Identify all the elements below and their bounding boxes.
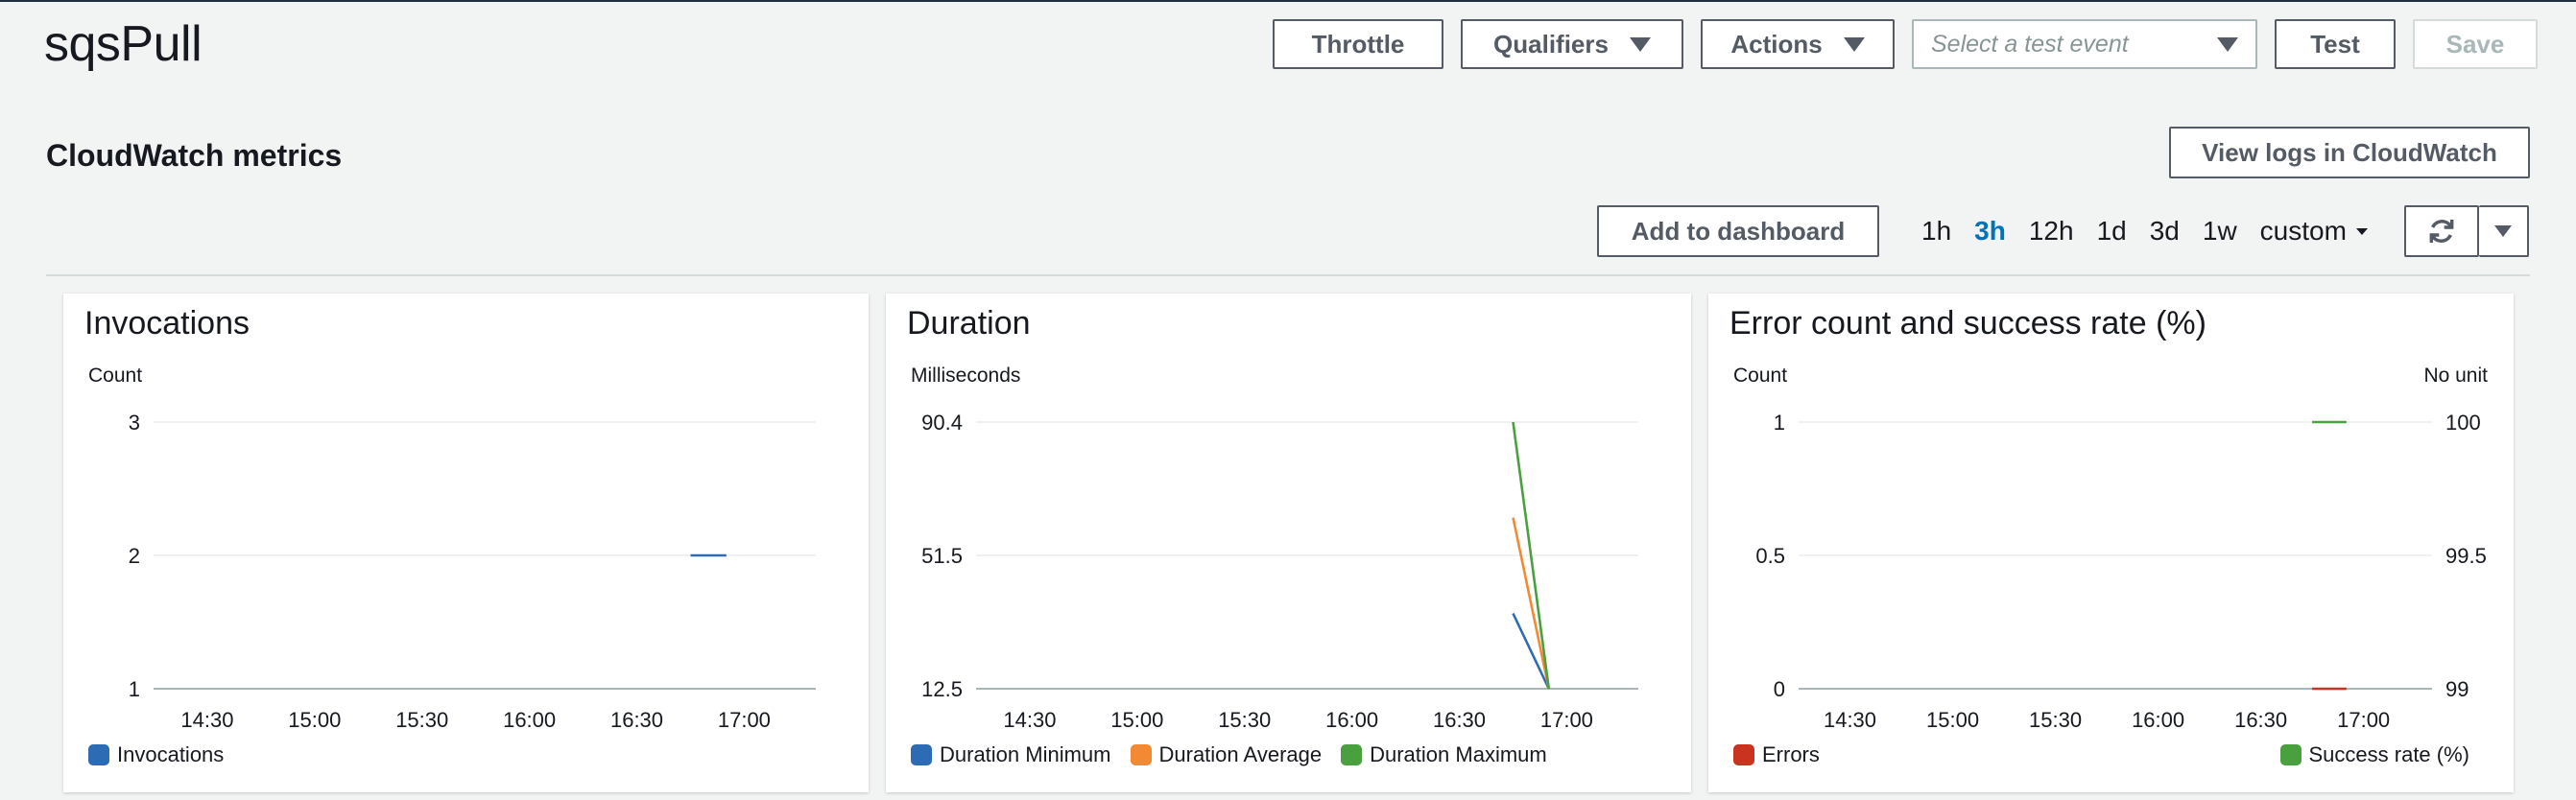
x-tick-label: 16:30 [2234,708,2287,732]
chart-card-invocations: Invocations Count 3 2 1 14:30 15:00 15:30 16:00… [63,294,869,792]
x-tick-label: 16:00 [2132,708,2184,732]
series-line [1512,517,1551,690]
chart-card-duration: Duration Milliseconds 90.4 51.5 12.5 14:30 15… [886,294,1691,792]
y-tick-label-right: 99 [2445,677,2469,701]
chart-errors: Count No unit 1 100 0.5 99.5 0 99 14:30 15:00 15:3… [1733,365,2488,732]
legend-swatch [911,744,932,765]
range-3d[interactable]: 3d [2138,216,2191,247]
qualifiers-button[interactable]: Qualifiers [1461,19,1683,69]
legend-item[interactable]: Errors [1733,742,1820,767]
x-tick-label: 15:30 [395,708,448,732]
x-tick-label: 15:30 [1218,708,1271,732]
actions-button[interactable]: Actions [1701,19,1895,69]
legend-swatch [1733,744,1754,765]
legend-item[interactable]: Duration Maximum [1341,742,1547,767]
x-tick-label: 14:30 [1003,708,1056,732]
metrics-toolbar: Add to dashboard 1h 3h 12h 1d 3d 1w cust… [1597,205,2529,257]
section-title: CloudWatch metrics [46,138,343,173]
view-logs-button[interactable]: View logs in CloudWatch [2169,127,2530,178]
test-button[interactable]: Test [2275,19,2396,69]
chart-duration: Milliseconds 90.4 51.5 12.5 14:30 15:00 15:30 1… [911,365,1638,732]
time-range-selector: 1h 3h 12h 1d 3d 1w custom [1910,216,2379,247]
header-actions: Throttle Qualifiers Actions Select a tes… [1273,19,2538,69]
x-tick-label: 15:00 [288,708,341,732]
range-1h[interactable]: 1h [1910,216,1963,247]
caret-down-icon [2217,36,2238,52]
legend-item[interactable]: Success rate (%) [2279,742,2470,767]
chart-legend: Invocations [88,742,844,767]
y-tick-label: 2 [129,544,140,568]
y-tick-label-right: 100 [2445,411,2481,435]
range-1d[interactable]: 1d [2086,216,2138,247]
save-button[interactable]: Save [2413,19,2538,69]
legend-label: Duration Average [1158,742,1323,766]
legend-swatch [88,744,109,765]
range-custom-label: custom [2259,216,2347,246]
y-axis-label: Count [1733,365,1787,387]
x-tick-label: 16:30 [1433,708,1486,732]
legend-swatch [1130,744,1152,765]
y-tick-label: 3 [129,411,140,435]
legend-label: Errors [1762,742,1820,766]
legend-item[interactable]: Duration Average [1130,742,1323,767]
y-tick-label: 0.5 [1755,544,1785,568]
legend-swatch [1341,744,1363,765]
caret-down-icon [2493,225,2512,237]
x-tick-label: 14:30 [180,708,233,732]
x-tick-label: 17:00 [718,708,771,732]
refresh-icon [2429,220,2454,243]
refresh-group [2403,205,2529,257]
y-tick-label: 12.5 [921,677,963,701]
add-to-dashboard-button[interactable]: Add to dashboard [1597,205,1879,257]
legend-label: Invocations [117,742,225,766]
legend-swatch [2279,744,2302,765]
x-tick-label: 15:00 [1110,708,1163,732]
legend-item[interactable]: Invocations [88,742,224,767]
legend-spacer [1839,742,2280,767]
x-tick-label: 15:30 [2029,708,2082,732]
chart-legend: Duration Minimum Duration Average Duration… [911,742,1666,767]
test-event-select[interactable]: Select a test event [1912,19,2257,69]
range-3h[interactable]: 3h [1963,216,2017,247]
chart-invocations: Count 3 2 1 14:30 15:00 15:30 16:00 16:30 17:00 [88,365,816,732]
x-tick-label: 16:30 [610,708,663,732]
actions-label: Actions [1730,29,1823,59]
x-tick-label: 14:30 [1824,708,1876,732]
y-tick-label: 0 [1774,677,1785,701]
caret-down-icon [2355,227,2368,235]
chart-card-errors: Error count and success rate (%) Count No… [1708,294,2514,792]
range-12h[interactable]: 12h [2017,216,2086,247]
qualifiers-label: Qualifiers [1493,29,1609,59]
y-axis-label-right: No unit [2423,365,2488,387]
y-axis-label: Milliseconds [911,365,1020,387]
chart-legend: Errors Success rate (%) [1733,742,2489,767]
x-tick-label: 17:00 [1540,708,1593,732]
y-tick-label: 1 [129,677,140,701]
caret-down-icon [1843,36,1865,52]
refresh-options-button[interactable] [2478,205,2529,257]
legend-label: Duration Maximum [1370,742,1547,766]
function-name-title: sqsPull [44,16,203,72]
y-tick-label-right: 99.5 [2445,544,2487,568]
range-custom[interactable]: custom [2249,216,2379,247]
range-1w[interactable]: 1w [2191,216,2249,247]
caret-down-icon [1629,36,1651,52]
y-tick-label: 90.4 [921,411,963,435]
test-event-placeholder: Select a test event [1931,30,2129,58]
refresh-button[interactable] [2403,205,2479,257]
legend-item[interactable]: Duration Minimum [911,742,1111,767]
section-divider [46,274,2530,276]
throttle-button[interactable]: Throttle [1273,19,1443,69]
x-tick-label: 16:00 [1325,708,1378,732]
metric-cards: Invocations Count 3 2 1 14:30 15:00 15:30 16:00… [63,294,2514,792]
y-axis-label: Count [88,365,142,387]
y-tick-label: 51.5 [921,544,963,568]
legend-label: Duration Minimum [940,742,1111,766]
x-tick-label: 15:00 [1926,708,1979,732]
x-tick-label: 16:00 [503,708,556,732]
x-tick-label: 17:00 [2337,708,2390,732]
legend-label: Success rate (%) [2308,742,2470,766]
y-tick-label: 1 [1774,411,1785,435]
